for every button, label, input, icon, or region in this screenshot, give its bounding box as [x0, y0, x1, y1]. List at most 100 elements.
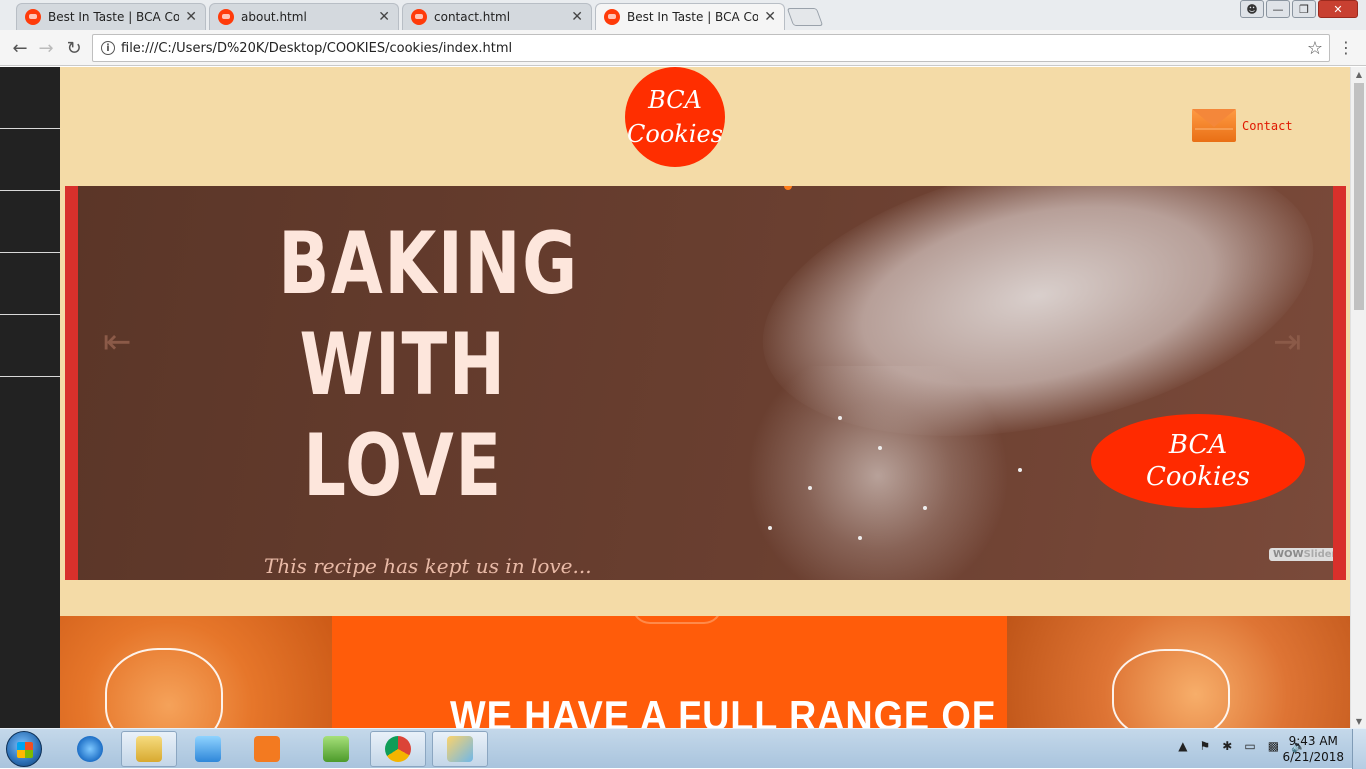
action-center-flag-icon[interactable]: ⚑: [1200, 739, 1211, 753]
sidebar-slot[interactable]: [0, 191, 60, 253]
address-bar[interactable]: i file:///C:/Users/D%20K/Desktop/COOKIES…: [92, 34, 1330, 62]
user-profile-icon[interactable]: ☻: [1240, 0, 1264, 18]
left-sidebar: [0, 67, 60, 728]
close-tab-icon[interactable]: ✕: [185, 9, 197, 25]
falling-flour-image: [728, 366, 1028, 580]
xampp-icon[interactable]: [239, 731, 295, 767]
new-tab-button[interactable]: [786, 8, 824, 26]
page-viewport: BCA Cookies Contact BAKING WITH LOVE Thi…: [0, 67, 1350, 728]
prev-slide-arrow-icon[interactable]: ⇤: [103, 325, 143, 359]
windows-taskbar: ▲ ⚑ ✱ ▭ ▩ 🔊 9:43 AM 6/21/2018: [0, 728, 1366, 769]
headline-line-1: BAKING: [278, 214, 579, 314]
slide-baking-with-love: BAKING WITH LOVE This recipe has kept us…: [78, 186, 1333, 580]
close-tab-icon[interactable]: ✕: [378, 9, 390, 25]
close-window-icon[interactable]: ✕: [1318, 0, 1358, 18]
badge-line-2: Cookies: [1146, 462, 1250, 492]
network-signal-icon[interactable]: ▩: [1268, 739, 1279, 753]
slide-tagline: This recipe has kept us in love...: [264, 554, 592, 578]
flour-particle: [768, 526, 772, 530]
promo-banner: WE HAVE A FULL RANGE OF: [332, 616, 1007, 728]
file-explorer-icon[interactable]: [121, 731, 177, 767]
browser-tab-2[interactable]: about.html ✕: [209, 3, 399, 30]
slide-logo-badge: BCA Cookies: [1091, 414, 1305, 508]
notepad-plus-plus-icon[interactable]: [308, 731, 364, 767]
promo-title: WE HAVE A FULL RANGE OF: [450, 692, 996, 728]
flour-particle: [808, 486, 812, 490]
site-header: BCA Cookies Contact: [60, 67, 1350, 186]
flour-particle: [838, 416, 842, 420]
window-controls: ☻ — ❐ ✕: [1240, 0, 1358, 18]
kebab-menu-icon[interactable]: ⋮: [1338, 38, 1354, 57]
promo-section: WE HAVE A FULL RANGE OF: [60, 616, 1350, 728]
flour-particle: [878, 446, 882, 450]
vertical-scrollbar[interactable]: ▲ ▼: [1350, 67, 1366, 728]
slide-headline: BAKING WITH LOVE: [278, 214, 579, 517]
logo-line-2: Cookies: [627, 120, 723, 148]
headline-line-3: LOVE: [303, 416, 503, 516]
close-tab-icon[interactable]: ✕: [571, 9, 583, 25]
show-desktop-button[interactable]: [1352, 729, 1366, 769]
tab-strip: Best In Taste | BCA Cooki ✕ about.html ✕…: [0, 0, 1366, 30]
removable-device-icon[interactable]: ▭: [1244, 739, 1255, 753]
sidebar-slot[interactable]: [0, 129, 60, 191]
scroll-thumb[interactable]: [1354, 83, 1364, 310]
restore-icon[interactable]: ❐: [1292, 0, 1316, 18]
paint-icon[interactable]: [432, 731, 488, 767]
pretzel-sketch-icon: [105, 648, 223, 728]
browser-tab-1[interactable]: Best In Taste | BCA Cooki ✕: [16, 3, 206, 30]
url-text[interactable]: file:///C:/Users/D%20K/Desktop/COOKIES/c…: [121, 41, 1307, 56]
tab-title: contact.html: [434, 10, 511, 24]
chrome-icon[interactable]: [370, 731, 426, 767]
bca-favicon-icon: [218, 9, 234, 25]
reload-icon[interactable]: ↻: [62, 36, 86, 60]
wowslider-watermark[interactable]: WOWSlider: [1269, 548, 1333, 561]
sidebar-slot[interactable]: [0, 315, 60, 377]
browser-tab-3[interactable]: contact.html ✕: [402, 3, 592, 30]
scroll-down-icon[interactable]: ▼: [1351, 714, 1366, 728]
bluetooth-icon[interactable]: ✱: [1222, 739, 1232, 753]
back-arrow-icon[interactable]: ←: [8, 36, 32, 60]
start-button[interactable]: [6, 731, 42, 767]
bca-favicon-icon: [604, 9, 620, 25]
watermark-b: Slider: [1303, 549, 1333, 560]
sidebar-slot[interactable]: [0, 253, 60, 315]
logo-line-1: BCA: [648, 86, 702, 114]
bookmark-star-icon[interactable]: ☆: [1307, 38, 1323, 59]
clock-date: 6/21/2018: [1282, 750, 1344, 764]
muffin-image-left: [60, 616, 332, 728]
tab-title: about.html: [241, 10, 307, 24]
watermark-a: WOW: [1273, 549, 1304, 560]
bca-favicon-icon: [25, 9, 41, 25]
scroll-up-icon[interactable]: ▲: [1351, 67, 1366, 81]
flour-particle: [858, 536, 862, 540]
internet-explorer-icon[interactable]: [62, 731, 118, 767]
bca-favicon-icon: [411, 9, 427, 25]
cupcake-sketch-icon: [1112, 649, 1230, 728]
minimize-icon[interactable]: —: [1266, 0, 1290, 18]
browser-tab-4[interactable]: Best In Taste | BCA Cooki ✕: [595, 3, 785, 30]
next-slide-arrow-icon[interactable]: ⇥: [1273, 325, 1313, 359]
muffin-image-right: [1007, 616, 1350, 728]
media-player-icon[interactable]: [180, 731, 236, 767]
clock-time: 9:43 AM: [1288, 734, 1338, 748]
badge-line-1: BCA: [1168, 430, 1228, 460]
tab-title: Best In Taste | BCA Cooki: [627, 10, 759, 24]
flour-particle: [1018, 468, 1022, 472]
headline-line-2: WITH: [299, 315, 507, 415]
flour-particle: [923, 506, 927, 510]
system-clock[interactable]: 9:43 AM 6/21/2018: [1282, 733, 1344, 765]
browser-toolbar: ← → ↻ i file:///C:/Users/D%20K/Desktop/C…: [0, 30, 1366, 66]
tab-title: Best In Taste | BCA Cooki: [48, 10, 180, 24]
slider-dot[interactable]: [784, 186, 792, 190]
decorative-flourish-icon: [632, 616, 722, 624]
forward-arrow-icon[interactable]: →: [34, 36, 58, 60]
envelope-icon[interactable]: [1192, 109, 1236, 142]
contact-label[interactable]: Contact: [1242, 119, 1293, 133]
contact-link[interactable]: Contact: [1192, 109, 1293, 142]
hero-slider: BAKING WITH LOVE This recipe has kept us…: [65, 186, 1346, 580]
sidebar-slot[interactable]: [0, 67, 60, 129]
site-info-icon[interactable]: i: [101, 41, 115, 55]
show-hidden-icons-icon[interactable]: ▲: [1178, 739, 1187, 753]
site-logo[interactable]: BCA Cookies: [625, 67, 725, 167]
close-tab-icon[interactable]: ✕: [764, 9, 776, 25]
